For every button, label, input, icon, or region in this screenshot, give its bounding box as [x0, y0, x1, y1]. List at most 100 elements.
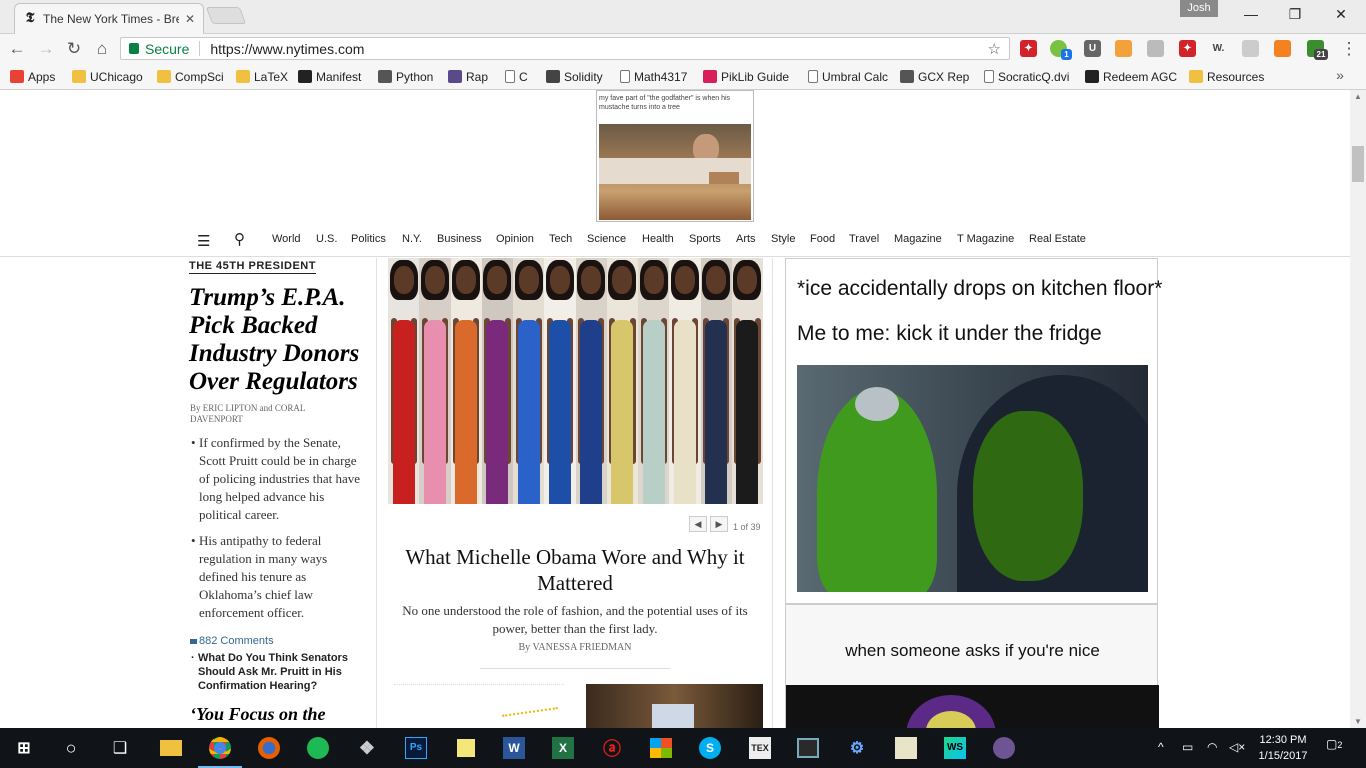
- wikipedia-w-icon[interactable]: W.: [1210, 40, 1227, 57]
- minimize-button[interactable]: —: [1228, 0, 1274, 28]
- metamask-fox-icon[interactable]: [1274, 40, 1291, 57]
- skype-icon[interactable]: S: [696, 734, 724, 762]
- story-kicker[interactable]: THE 45TH PRESIDENT: [189, 260, 316, 274]
- webstorm-icon[interactable]: WS: [941, 734, 969, 762]
- menu-kebab-icon[interactable]: ⋮: [1338, 38, 1360, 60]
- bookmark-latex[interactable]: LaTeX: [236, 67, 288, 86]
- arc-extension-icon[interactable]: [1115, 40, 1132, 57]
- bookmark-rap[interactable]: Rap: [448, 67, 488, 86]
- section-link-science[interactable]: Science: [587, 233, 626, 245]
- volume-muted-icon[interactable]: ◁×: [1229, 740, 1245, 754]
- bookmark-socraticq-dvi[interactable]: SocraticQ.dvi: [984, 67, 1069, 86]
- section-link-travel[interactable]: Travel: [849, 233, 879, 245]
- scrollbar-thumb[interactable]: [1352, 146, 1364, 182]
- scroll-down-icon[interactable]: ▼: [1350, 717, 1366, 726]
- network-tool-icon[interactable]: ⚙: [843, 734, 871, 762]
- bookmark-umbral-calc[interactable]: Umbral Calc: [808, 67, 888, 86]
- dropbox-icon[interactable]: ❖: [353, 734, 381, 762]
- photo-gallery-image[interactable]: [388, 258, 763, 504]
- reload-icon[interactable]: ↻: [63, 38, 85, 60]
- section-link-tech[interactable]: Tech: [549, 233, 572, 245]
- action-center-icon[interactable]: ▢2: [1326, 737, 1342, 751]
- battery-icon[interactable]: ▭: [1182, 740, 1193, 754]
- gallery-headline[interactable]: What Michelle Obama Wore and Why it Matt…: [400, 544, 750, 596]
- section-link-health[interactable]: Health: [642, 233, 674, 245]
- hamburger-menu-icon[interactable]: ☰: [197, 232, 210, 250]
- url-text[interactable]: https://www.nytimes.com: [210, 41, 364, 57]
- bookmark-c[interactable]: C: [505, 67, 528, 86]
- bookmark-gcx-rep[interactable]: GCX Rep: [900, 67, 969, 86]
- tray-expand-icon[interactable]: ^: [1158, 740, 1164, 754]
- spotify-icon[interactable]: [304, 734, 332, 762]
- rss-extension-icon[interactable]: [1147, 40, 1164, 57]
- bookmark-math4317[interactable]: Math4317: [620, 67, 687, 86]
- windows-start-icon[interactable]: ⊞: [10, 734, 38, 762]
- terminal-icon[interactable]: [794, 734, 822, 762]
- gallery-prev-button[interactable]: ◀: [689, 516, 707, 532]
- word-icon[interactable]: W: [500, 734, 528, 762]
- photoshop-icon[interactable]: Ps: [402, 734, 430, 762]
- section-link-opinion[interactable]: Opinion: [496, 233, 534, 245]
- forward-icon[interactable]: →: [35, 38, 57, 60]
- bookmark-apps[interactable]: Apps: [10, 67, 55, 86]
- vertical-scrollbar[interactable]: ▲ ▼: [1350, 90, 1366, 728]
- meme-card[interactable]: *ice accidentally drops on kitchen floor…: [785, 258, 1162, 604]
- ublock-icon[interactable]: U: [1084, 40, 1101, 57]
- system-clock[interactable]: 12:30 PM 1/15/2017: [1253, 732, 1313, 764]
- restore-button[interactable]: ❐: [1272, 0, 1318, 28]
- wifi-icon[interactable]: ◠: [1207, 740, 1217, 754]
- section-link-u-s-[interactable]: U.S.: [316, 233, 337, 245]
- section-link-sports[interactable]: Sports: [689, 233, 721, 245]
- firefox-icon[interactable]: [255, 734, 283, 762]
- bookmark-redeem-agc[interactable]: Redeem AGC: [1085, 67, 1177, 86]
- bookmark-python[interactable]: Python: [378, 67, 433, 86]
- chart-thumbnail[interactable]: [394, 684, 564, 728]
- bookmark-resources[interactable]: Resources: [1189, 67, 1264, 86]
- scroll-up-icon[interactable]: ▲: [1350, 92, 1366, 101]
- monitor-chart-icon[interactable]: [892, 734, 920, 762]
- close-tab-icon[interactable]: ✕: [185, 12, 195, 26]
- section-link-real-estate[interactable]: Real Estate: [1029, 233, 1086, 245]
- profile-name[interactable]: Josh: [1180, 0, 1218, 17]
- file-explorer-icon[interactable]: [157, 734, 185, 762]
- address-bar[interactable]: Secure https://www.nytimes.com ☆: [120, 37, 1010, 60]
- bookmark-compsci[interactable]: CompSci: [157, 67, 224, 86]
- github-desktop-icon[interactable]: [990, 734, 1018, 762]
- back-icon[interactable]: ←: [6, 38, 28, 60]
- excel-icon[interactable]: X: [549, 734, 577, 762]
- gallery-next-button[interactable]: ▶: [710, 516, 728, 532]
- search-icon[interactable]: ⚲: [234, 230, 245, 248]
- section-link-food[interactable]: Food: [810, 233, 835, 245]
- close-window-button[interactable]: ✕: [1318, 0, 1364, 28]
- section-link-style[interactable]: Style: [771, 233, 795, 245]
- lead-headline[interactable]: Trump’s E.P.A. Pick Backed Industry Dono…: [189, 284, 369, 396]
- section-link-n-y-[interactable]: N.Y.: [402, 233, 422, 245]
- new-tab-button[interactable]: [205, 7, 247, 24]
- section-link-world[interactable]: World: [272, 233, 301, 245]
- browser-tab[interactable]: 𝕿 The New York Times - Bre ✕: [14, 3, 204, 34]
- texworks-icon[interactable]: TEX: [746, 734, 774, 762]
- bookmark-uchicago[interactable]: UChicago: [72, 67, 143, 86]
- section-link-arts[interactable]: Arts: [736, 233, 756, 245]
- section-link-t-magazine[interactable]: T Magazine: [957, 233, 1014, 245]
- more-bookmarks-icon[interactable]: »: [1329, 64, 1351, 86]
- extension-red-icon[interactable]: ✦: [1020, 40, 1037, 57]
- bookmark-solidity[interactable]: Solidity: [546, 67, 603, 86]
- task-view-icon[interactable]: ❑: [106, 734, 134, 762]
- section-link-business[interactable]: Business: [437, 233, 482, 245]
- next-headline[interactable]: ‘You Focus on the: [190, 704, 326, 725]
- story-thumbnail-image[interactable]: [586, 684, 763, 728]
- section-link-politics[interactable]: Politics: [351, 233, 386, 245]
- acrobat-icon[interactable]: ⓐ: [598, 734, 626, 762]
- bookmark-piklib-guide[interactable]: PikLib Guide: [703, 67, 789, 86]
- pdf-extension-icon[interactable]: [1242, 40, 1259, 57]
- home-icon[interactable]: ⌂: [91, 38, 113, 60]
- cortana-search-icon[interactable]: ○: [57, 734, 85, 762]
- extension-dice-icon[interactable]: ✦: [1179, 40, 1196, 57]
- chrome-icon[interactable]: [198, 734, 242, 768]
- bookmark-star-icon[interactable]: ☆: [988, 40, 1001, 58]
- sticky-notes-icon[interactable]: [452, 734, 480, 762]
- section-link-magazine[interactable]: Magazine: [894, 233, 942, 245]
- comments-link[interactable]: 882 Comments: [190, 635, 274, 647]
- bookmark-manifest[interactable]: Manifest: [298, 67, 361, 86]
